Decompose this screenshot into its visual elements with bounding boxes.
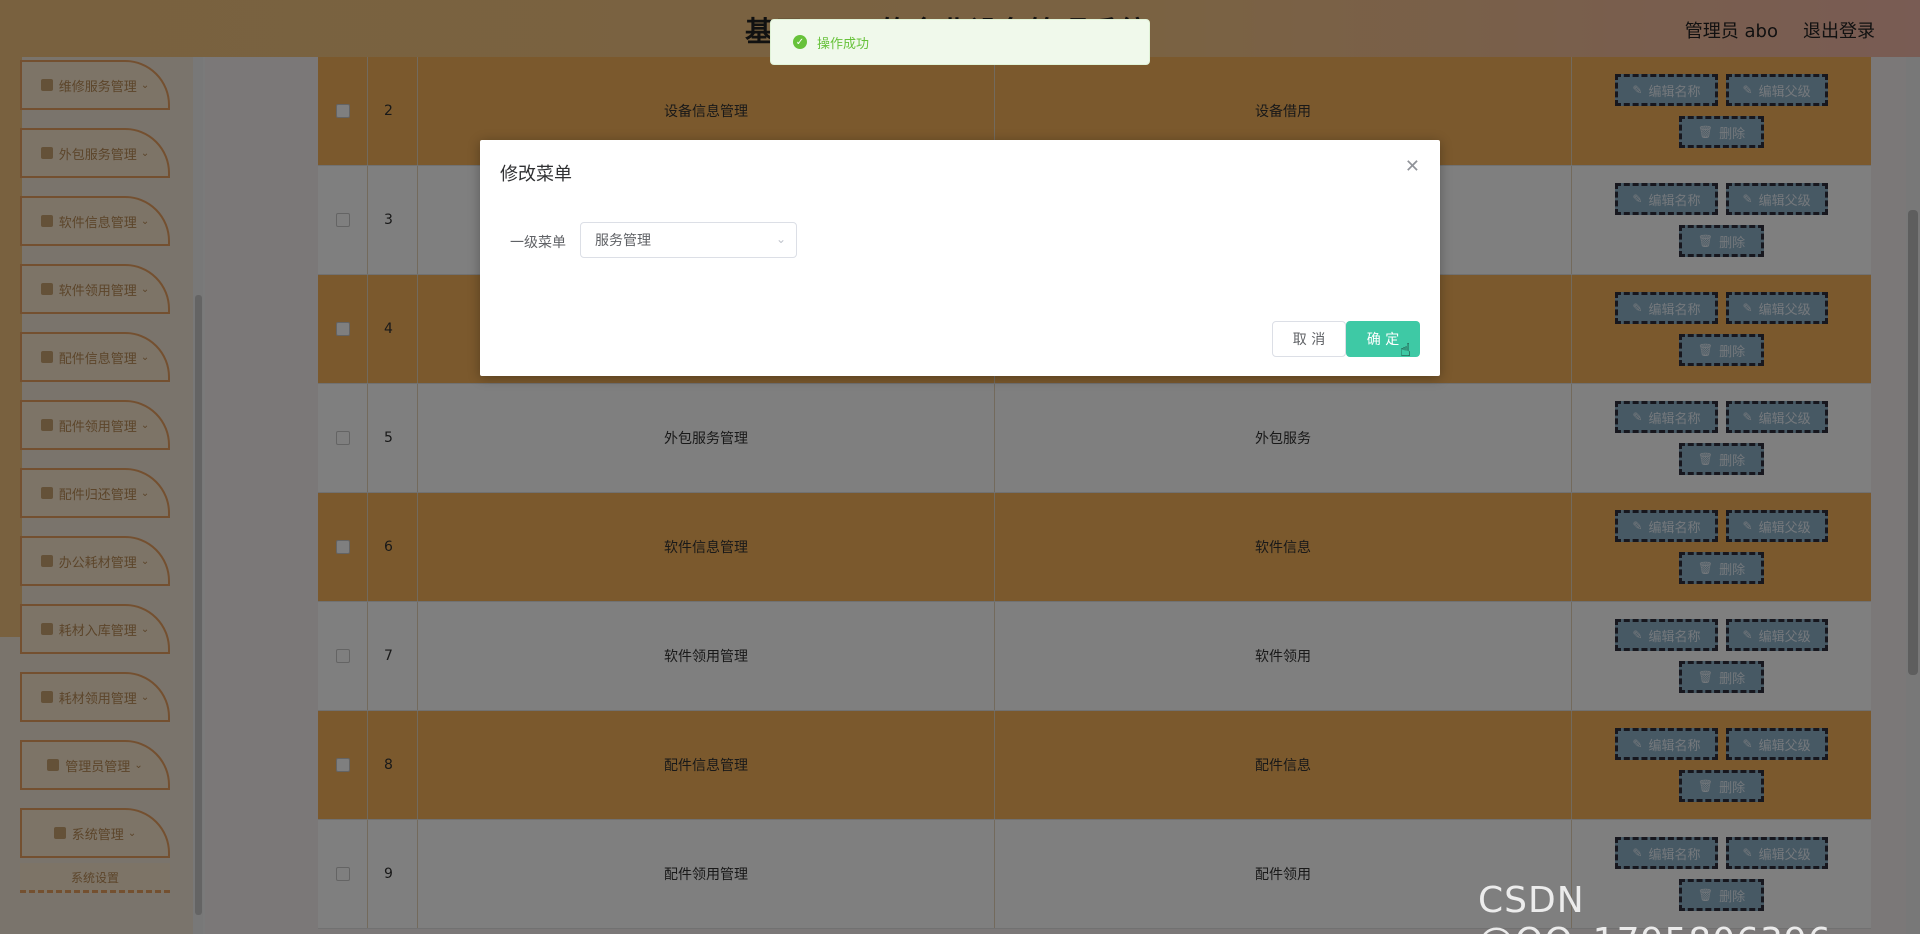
watermark: CSDN @QQ_1795806396 — [1478, 880, 1831, 934]
edit-menu-dialog: 修改菜单 ✕ 一级菜单 服务管理 ⌄ 取 消 确 定 ☝ — [480, 140, 1440, 376]
close-icon[interactable]: ✕ — [1405, 156, 1420, 177]
check-circle-icon: ✓ — [793, 35, 807, 49]
select-value: 服务管理 — [595, 233, 651, 249]
toast-message: 操作成功 — [817, 36, 870, 52]
pointer-cursor-icon: ☝ — [1400, 340, 1411, 361]
parent-menu-label: 一级菜单 — [510, 235, 566, 251]
success-toast: ✓ 操作成功 — [770, 19, 1150, 65]
dialog-title: 修改菜单 — [500, 164, 572, 185]
chevron-down-icon: ⌄ — [775, 232, 786, 246]
cancel-button[interactable]: 取 消 — [1272, 321, 1346, 357]
parent-menu-select[interactable]: 服务管理 ⌄ — [580, 222, 797, 258]
